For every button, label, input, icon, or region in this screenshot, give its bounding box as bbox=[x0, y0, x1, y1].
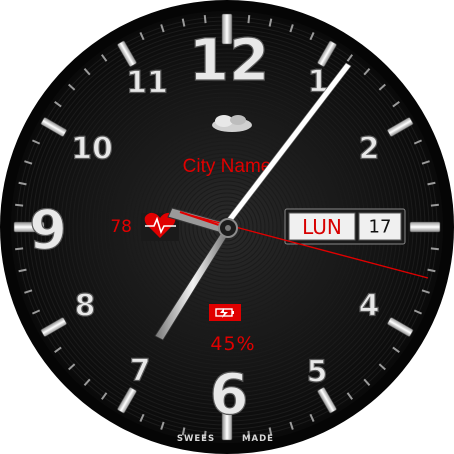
city-name[interactable]: City Name bbox=[183, 156, 272, 177]
date-label: 17 bbox=[369, 217, 392, 238]
numeral-8: 8 bbox=[75, 289, 96, 324]
heart-rate-value[interactable]: 78 bbox=[110, 217, 132, 237]
numeral-2: 2 bbox=[359, 132, 380, 167]
battery-percentage[interactable]: 45% bbox=[210, 333, 255, 355]
watch-face: 12 124567891011 City Name 78 LUN 17 45% S… bbox=[0, 0, 454, 454]
numeral-5: 5 bbox=[307, 355, 328, 390]
numeral-7: 7 bbox=[130, 354, 151, 389]
brand-right: MADE bbox=[242, 434, 274, 444]
numeral-4: 4 bbox=[359, 289, 380, 324]
battery-icon[interactable] bbox=[209, 304, 241, 321]
numeral-11: 11 bbox=[126, 66, 168, 101]
day-date-window[interactable]: LUN 17 bbox=[284, 208, 406, 245]
numeral-9: 9 bbox=[29, 199, 67, 262]
hour-marker bbox=[409, 221, 441, 233]
numeral-10: 10 bbox=[71, 132, 113, 167]
numeral-6: 6 bbox=[210, 363, 249, 428]
numeral-12: 12 bbox=[189, 26, 270, 94]
day-label: LUN bbox=[302, 215, 342, 239]
brand-left: SWEES bbox=[177, 434, 215, 444]
